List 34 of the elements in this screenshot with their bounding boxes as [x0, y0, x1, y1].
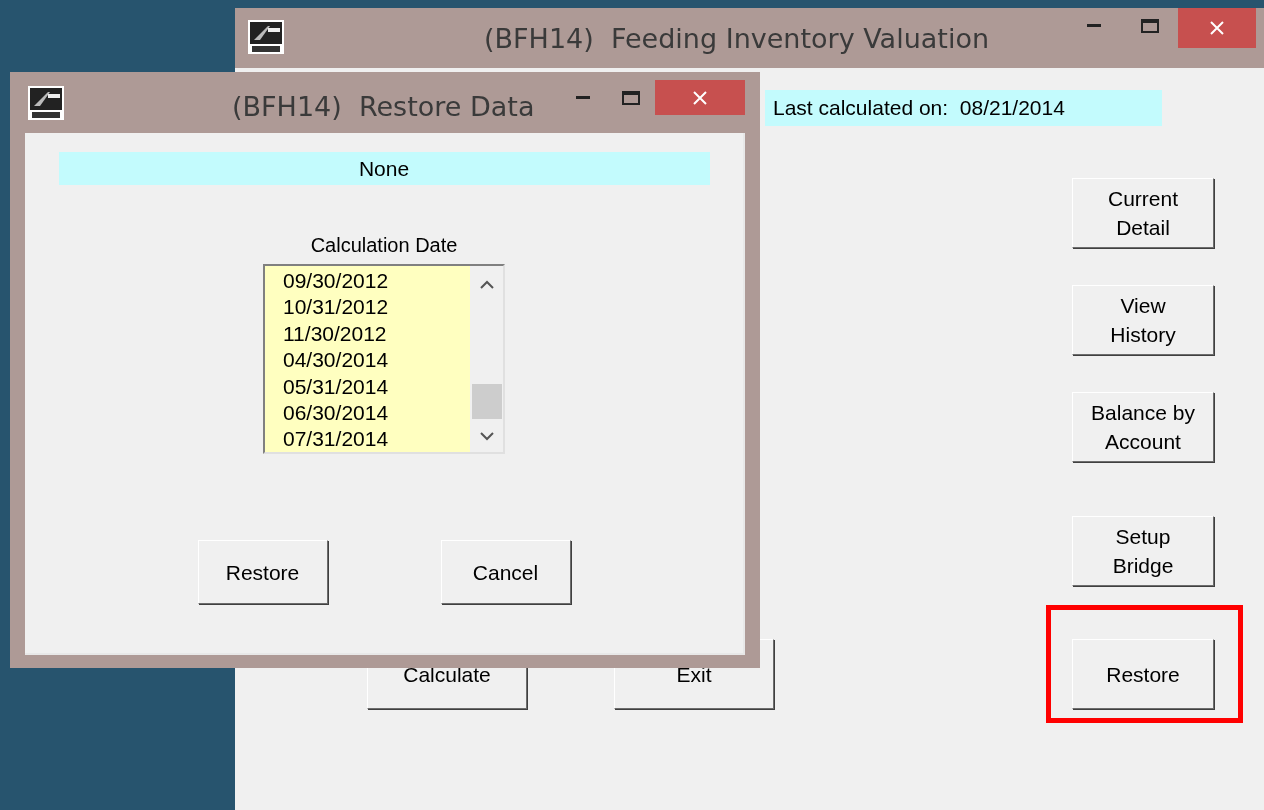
- close-button[interactable]: [655, 80, 745, 115]
- list-item[interactable]: 05/31/2014: [283, 373, 470, 401]
- list-item[interactable]: 11/30/2012: [283, 320, 470, 348]
- dialog-button[interactable]: Restore: [197, 540, 328, 604]
- close-icon: [1210, 21, 1224, 35]
- side-button[interactable]: View History: [1072, 285, 1214, 355]
- close-button[interactable]: [1178, 8, 1256, 48]
- maximize-icon: [1141, 19, 1159, 33]
- dialog-title: (BFH14) Restore Data: [232, 90, 535, 124]
- minimize-icon: [1087, 24, 1101, 28]
- dialog-button[interactable]: Cancel: [440, 540, 571, 604]
- minimize-icon: [576, 96, 590, 100]
- side-button[interactable]: Current Detail: [1072, 178, 1214, 248]
- scroll-down-icon: [479, 432, 494, 441]
- last-calculated-label: Last calculated on: 08/21/2014: [765, 90, 1162, 126]
- scroll-thumb[interactable]: [471, 384, 502, 419]
- side-button[interactable]: Setup Bridge: [1072, 516, 1214, 586]
- list-label: Calculation Date: [310, 233, 458, 258]
- app-logo-icon: [28, 86, 64, 120]
- scrollbar[interactable]: [470, 266, 503, 452]
- app-logo-icon: [248, 20, 284, 54]
- list-item[interactable]: 06/30/2014: [283, 400, 470, 427]
- side-button[interactable]: Restore: [1072, 639, 1214, 709]
- scroll-up-icon: [479, 280, 494, 289]
- list-item[interactable]: 10/31/2012: [283, 294, 470, 321]
- close-icon: [693, 90, 707, 105]
- list-item[interactable]: 04/30/2014: [283, 347, 470, 374]
- maximize-icon: [622, 91, 640, 105]
- date-listbox[interactable]: 09/30/2012 10/31/2012 11/30/2012 04/30/2014 05/31/2014 06/30/2014 07/31/2014: [263, 264, 505, 454]
- status-label: None: [58, 152, 710, 185]
- side-button[interactable]: Balance by Account: [1072, 392, 1214, 462]
- window-title: (BFH14) Feeding Inventory Valuation: [484, 22, 990, 56]
- list-item[interactable]: 09/30/2012: [283, 268, 470, 295]
- list-item[interactable]: 07/31/2014: [283, 426, 470, 453]
